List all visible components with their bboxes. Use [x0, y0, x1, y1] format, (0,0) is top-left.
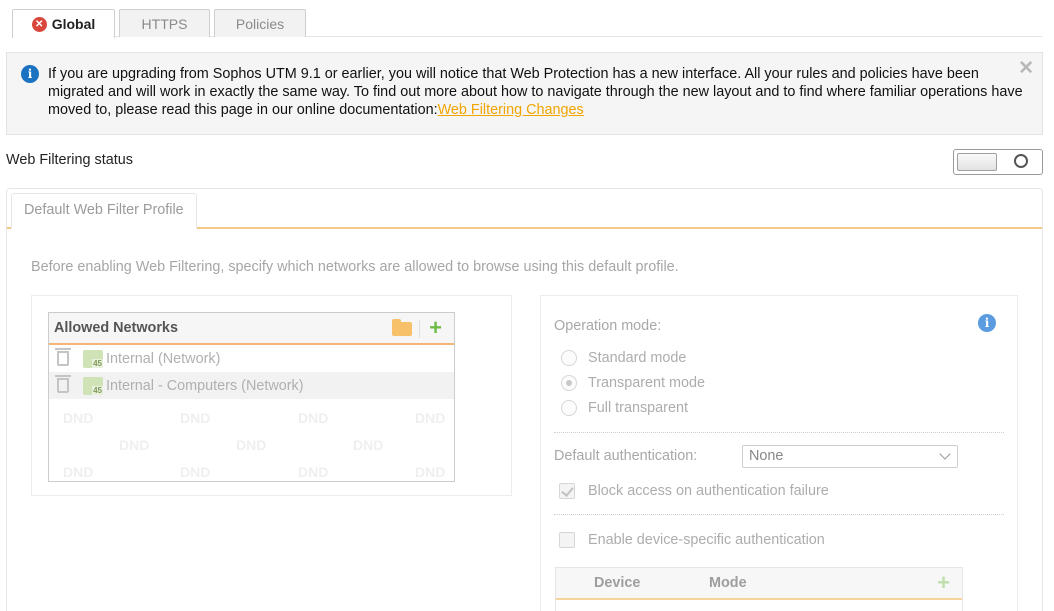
radio-label: Standard mode	[588, 350, 687, 366]
tab-label: Global	[51, 16, 96, 32]
add-device-button[interactable]: +	[937, 570, 950, 596]
dnd-watermark: DND	[298, 410, 329, 426]
block-access-checkbox[interactable]	[559, 483, 575, 499]
network-icon: 45	[83, 376, 103, 395]
tab-global[interactable]: ✕ Global	[12, 9, 115, 38]
web-filtering-status-toggle[interactable]	[953, 149, 1043, 175]
profile-header: Default Web Filter Profile	[7, 189, 1042, 229]
drop-zone[interactable]: DND DND DND DND DND DND DND DND DND DND …	[49, 399, 454, 479]
dnd-watermark: DND	[415, 410, 446, 426]
list-item[interactable]: 45 Internal (Network)	[49, 345, 454, 372]
network-label: Internal (Network)	[106, 350, 221, 367]
chevron-down-icon	[939, 448, 951, 460]
dnd-watermark: DND	[119, 437, 150, 453]
default-authentication-label: Default authentication:	[554, 448, 698, 464]
device-table-header: Device Mode +	[556, 568, 962, 600]
web-filtering-status-label: Web Filtering status	[6, 152, 133, 168]
banner-message: If you are upgrading from Sophos UTM 9.1…	[48, 65, 1023, 119]
dnd-watermark: DND	[353, 437, 384, 453]
trash-icon[interactable]	[55, 375, 71, 393]
web-filtering-changes-link[interactable]: Web Filtering Changes	[438, 102, 584, 118]
allowed-networks-section: Allowed Networks + 45 Internal (Network)…	[31, 295, 512, 496]
info-icon[interactable]: i	[978, 314, 996, 332]
device-table: Device Mode +	[555, 567, 963, 611]
divider	[554, 514, 1004, 515]
divider	[419, 320, 420, 338]
profile-intro-text: Before enabling Web Filtering, specify w…	[31, 259, 679, 275]
network-badge: 45	[92, 385, 103, 395]
device-auth-checkbox[interactable]	[559, 532, 575, 548]
radio-full-transparent[interactable]: Full transparent	[561, 400, 688, 416]
checkbox-label: Enable device-specific authentication	[588, 532, 825, 548]
checkbox-label: Block access on authentication failure	[588, 483, 829, 499]
trash-icon[interactable]	[55, 348, 71, 366]
radio-transparent-mode[interactable]: Transparent mode	[561, 375, 705, 391]
tab-bar: ✕ Global HTTPS Policies	[12, 9, 1042, 38]
allowed-networks-list: Allowed Networks + 45 Internal (Network)…	[48, 312, 455, 482]
info-icon: i	[21, 65, 39, 83]
tab-label: Policies	[235, 15, 285, 32]
list-item[interactable]: 45 Internal - Computers (Network)	[49, 372, 454, 399]
block-access-checkbox-row[interactable]: Block access on authentication failure	[559, 483, 829, 499]
allowed-networks-title: Allowed Networks	[54, 320, 178, 336]
error-icon: ✕	[31, 16, 47, 32]
device-auth-checkbox-row[interactable]: Enable device-specific authentication	[559, 532, 825, 548]
radio-label: Transparent mode	[588, 375, 706, 391]
divider	[554, 432, 1004, 433]
radio-button[interactable]	[561, 350, 577, 366]
radio-button[interactable]	[561, 400, 577, 416]
radio-standard-mode[interactable]: Standard mode	[561, 350, 686, 366]
dnd-watermark: DND	[298, 464, 329, 479]
column-header-device: Device	[594, 575, 641, 591]
dnd-watermark: DND	[180, 464, 211, 479]
add-network-button[interactable]: +	[429, 315, 442, 341]
toggle-knob	[957, 153, 997, 171]
network-badge: 45	[92, 358, 103, 368]
network-icon: 45	[83, 349, 103, 368]
dnd-watermark: DND	[63, 464, 94, 479]
allowed-networks-header: Allowed Networks +	[49, 313, 454, 345]
tab-policies[interactable]: Policies	[214, 9, 306, 37]
radio-button[interactable]	[561, 375, 577, 391]
tab-label: HTTPS	[141, 15, 188, 32]
radio-label: Full transparent	[588, 400, 688, 416]
dnd-watermark: DND	[415, 464, 446, 479]
toggle-off-icon	[1014, 154, 1028, 168]
operation-mode-label: Operation mode:	[554, 318, 662, 334]
dnd-watermark: DND	[180, 410, 211, 426]
tab-https[interactable]: HTTPS	[119, 9, 210, 37]
column-header-mode: Mode	[709, 575, 747, 591]
select-value: None	[749, 448, 784, 464]
default-authentication-select[interactable]: None	[742, 445, 958, 468]
dnd-watermark: DND	[236, 437, 267, 453]
tab-default-web-filter-profile[interactable]: Default Web Filter Profile	[11, 193, 197, 229]
profile-settings-section: i Operation mode: Standard mode Transpar…	[540, 295, 1018, 611]
close-icon[interactable]: ✕	[1018, 57, 1034, 80]
folder-icon[interactable]	[392, 319, 412, 336]
dnd-watermark: DND	[63, 410, 94, 426]
info-banner: i If you are upgrading from Sophos UTM 9…	[6, 52, 1043, 135]
network-label: Internal - Computers (Network)	[106, 377, 304, 394]
default-profile-panel: Default Web Filter Profile Before enabli…	[6, 188, 1043, 611]
